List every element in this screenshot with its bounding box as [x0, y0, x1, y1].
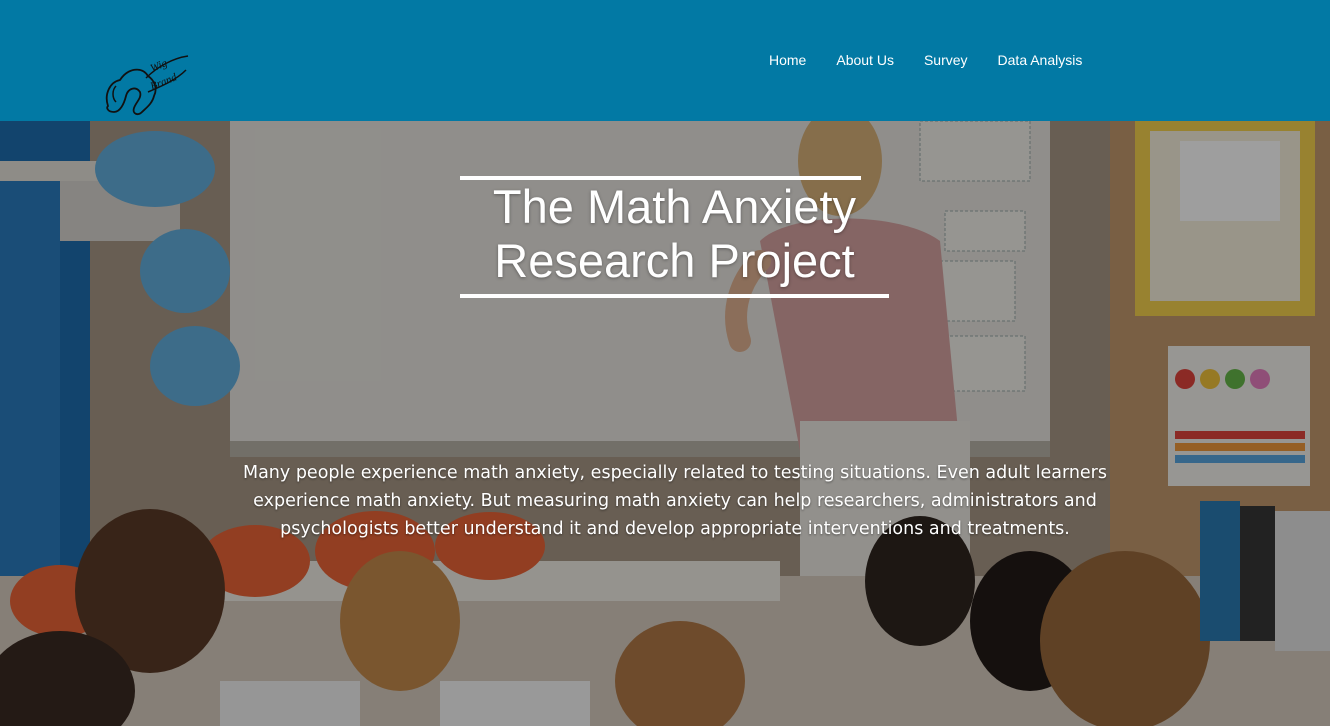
nav-home[interactable]: Home — [769, 51, 806, 69]
brand-logo-icon: Wig Brand — [105, 55, 189, 115]
title-bottom-rule — [460, 294, 889, 298]
title-line-2: Research Project — [494, 234, 855, 287]
nav-survey[interactable]: Survey — [924, 51, 968, 69]
nav-about-us[interactable]: About Us — [836, 51, 894, 69]
page-title: The Math Anxiety Research Project — [460, 180, 889, 288]
logo-text-top: Wig — [149, 57, 170, 75]
intro-text: Many people experience math anxiety, esp… — [242, 463, 1107, 539]
site-header: Wig Brand Home About Us Survey Data Anal… — [0, 0, 1330, 121]
hero-section: The Math Anxiety Research Project Many p… — [0, 121, 1330, 726]
title-box: The Math Anxiety Research Project — [460, 176, 889, 298]
main-nav: Home About Us Survey Data Analysis — [769, 51, 1082, 69]
page: Wig Brand Home About Us Survey Data Anal… — [0, 0, 1330, 726]
brand-logo[interactable]: Wig Brand — [102, 46, 194, 118]
nav-data-analysis[interactable]: Data Analysis — [998, 51, 1083, 69]
title-line-1: The Math Anxiety — [492, 180, 857, 233]
